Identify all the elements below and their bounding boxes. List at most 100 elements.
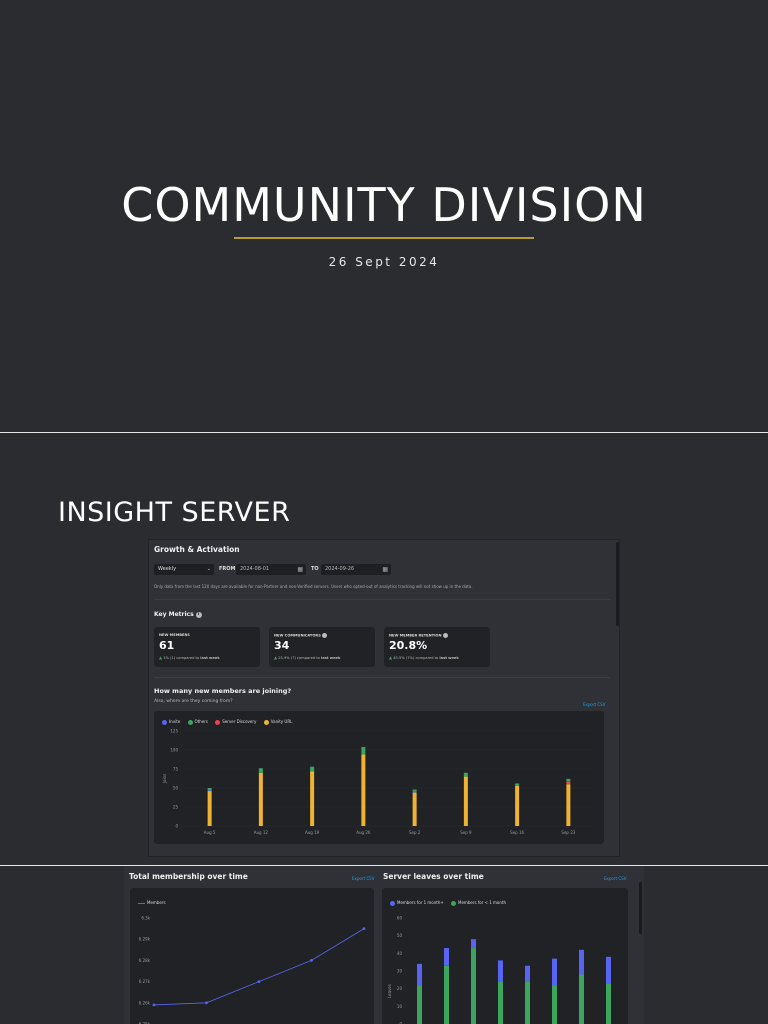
bar-segment xyxy=(579,949,584,975)
bar-segment xyxy=(566,781,571,782)
x-tick-label: Aug 5 xyxy=(204,830,216,835)
data-note: Only data from the last 120 days are ava… xyxy=(154,584,473,589)
membership-line-chart: 6.25k6.26k6.27k6.28k6.29k6.3k xyxy=(139,916,366,1024)
data-point xyxy=(362,927,366,930)
calendar-icon[interactable]: ▦ xyxy=(297,564,303,575)
bar-segment xyxy=(444,948,449,966)
x-tick-label: Sep 2 xyxy=(409,830,421,835)
joins-subquestion: Also, where are they coming from? xyxy=(154,699,233,704)
y-tick-label: 75 xyxy=(173,767,179,772)
bar-segment xyxy=(444,965,449,1024)
y-tick-label: 6.29k xyxy=(139,937,151,942)
y-tick-label: 25 xyxy=(173,805,179,810)
bar-segment xyxy=(412,791,417,793)
title-underline xyxy=(234,237,534,239)
y-tick-label: 50 xyxy=(173,786,179,791)
from-date-value: 2024-08-01 xyxy=(240,566,270,572)
bar-segment xyxy=(258,768,263,773)
joins-question: How many new members are joining? xyxy=(154,687,292,695)
metric-value: 61 xyxy=(159,639,175,652)
leaves-chart: Members for 1 month+ Members for < 1 mon… xyxy=(382,888,628,1024)
bar-segment xyxy=(606,983,611,1024)
arrow-up-icon: ▲ xyxy=(389,655,393,660)
to-date-input[interactable]: 2024-09-26 ▦ xyxy=(321,564,391,575)
info-icon[interactable]: i xyxy=(195,611,202,618)
y-axis-label: Leaves xyxy=(387,984,392,998)
bar-segment xyxy=(566,781,571,785)
bar-segment xyxy=(525,965,530,982)
bar-segment xyxy=(207,791,212,826)
bar-segment xyxy=(471,948,476,1024)
chevron-down-icon: ⌄ xyxy=(206,566,211,572)
period-select[interactable]: Weekly ⌄ xyxy=(154,564,214,575)
members-line xyxy=(153,928,365,1006)
key-metrics-heading: Key Metrics i xyxy=(154,611,202,618)
data-point xyxy=(257,980,261,983)
export-csv-link[interactable]: Export CSV xyxy=(583,702,605,707)
arrow-up-icon: ▲ xyxy=(274,655,278,660)
bar-segment xyxy=(498,960,503,982)
bar-segment xyxy=(566,778,571,782)
presentation-date: 26 Sept 2024 xyxy=(328,255,440,269)
data-point xyxy=(205,1001,208,1005)
bar-segment xyxy=(417,985,422,1024)
x-tick-label: Sep 16 xyxy=(510,830,524,835)
key-metrics-label: Key Metrics xyxy=(154,611,194,618)
insight-slide: INSIGHT SERVER Growth & Activation Weekl… xyxy=(0,433,768,865)
data-point xyxy=(310,959,313,962)
x-tick-label: Sep 23 xyxy=(561,830,575,835)
bar-segment xyxy=(515,783,520,786)
metric-change: ▲ 45.5% (7%) compared to last week xyxy=(389,655,459,660)
growth-screenshot: Growth & Activation Weekly ⌄ FROM 2024-0… xyxy=(148,539,620,857)
scrollbar[interactable] xyxy=(616,542,619,626)
membership-chart: Members 6.25k 6.26k 6.27k 6.28k 6.29k 6.3k xyxy=(130,888,374,1024)
title-slide: COMMUNITY DIVISION 26 Sept 2024 xyxy=(0,0,768,432)
bar-segment xyxy=(417,963,422,986)
bar-segment xyxy=(361,746,366,755)
from-label: FROM xyxy=(219,566,236,572)
slide-title: INSIGHT SERVER xyxy=(58,497,291,528)
bar-segment xyxy=(412,792,417,826)
x-tick-label: Aug 26 xyxy=(356,830,371,835)
y-tick-label: 0 xyxy=(175,824,178,829)
leaves-bar-chart: 0102030405060Leaves xyxy=(387,916,611,1024)
bar-segment xyxy=(552,985,557,1024)
y-tick-label: 125 xyxy=(170,729,178,734)
export-csv-link[interactable]: Export CSV xyxy=(352,876,374,881)
growth-heading: Growth & Activation xyxy=(154,545,240,554)
leaves-title: Server leaves over time xyxy=(383,872,484,881)
data-point xyxy=(152,1003,156,1007)
bar-segment xyxy=(258,772,263,826)
bar-segment xyxy=(361,754,366,826)
export-csv-link[interactable]: Export CSV xyxy=(604,876,626,881)
scrollbar[interactable] xyxy=(639,882,642,934)
bar-segment xyxy=(463,776,468,826)
bar-segment xyxy=(498,981,503,1024)
y-tick-label: 6.3k xyxy=(141,916,150,921)
bar-segment xyxy=(207,788,212,791)
info-icon[interactable] xyxy=(442,633,448,638)
metric-card-new-members: NEW MEMBERS 61 ▲ 1% (1) compared to last… xyxy=(154,627,260,667)
x-tick-label: Aug 19 xyxy=(305,830,320,835)
y-tick-label: 60 xyxy=(397,916,403,921)
metric-change: ▲ 1% (1) compared to last week xyxy=(159,655,220,660)
to-label: TO xyxy=(311,566,319,572)
bar-segment xyxy=(463,772,468,777)
metric-change: ▲ 25.9% (7) compared to last week xyxy=(274,655,341,660)
bar-segment xyxy=(566,784,571,826)
from-date-input[interactable]: 2024-08-01 ▦ xyxy=(236,564,306,575)
divider xyxy=(154,599,610,600)
to-date-value: 2024-09-26 xyxy=(325,566,355,572)
y-axis-label: Joins xyxy=(162,774,167,784)
leaves-panel: Server leaves over time Export CSV Membe… xyxy=(378,866,644,1024)
y-tick-label: 50 xyxy=(397,933,403,938)
y-tick-label: 20 xyxy=(397,986,403,991)
bar-segment xyxy=(310,771,315,826)
calendar-icon[interactable]: ▦ xyxy=(382,564,388,575)
y-tick-label: 6.26k xyxy=(139,1000,151,1005)
membership-title: Total membership over time xyxy=(129,872,248,881)
info-icon[interactable] xyxy=(322,633,328,638)
metric-value: 20.8% xyxy=(389,639,428,652)
bar-segment xyxy=(606,956,611,984)
bar-segment xyxy=(412,789,417,792)
